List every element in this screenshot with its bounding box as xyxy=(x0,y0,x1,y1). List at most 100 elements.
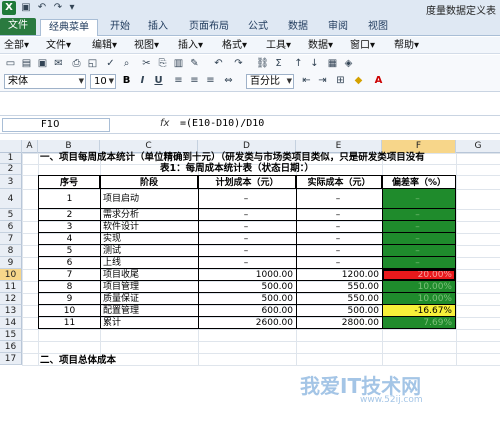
menu-data[interactable]: 数据▾ xyxy=(308,39,333,52)
menu-file[interactable]: 文件▾ xyxy=(46,39,71,52)
row-header-12[interactable]: 12 xyxy=(0,293,22,305)
tab-classic-menu[interactable]: 经典菜单 xyxy=(40,19,98,36)
paste-icon[interactable]: ▥ xyxy=(172,57,185,70)
row-header-9[interactable]: 9 xyxy=(0,257,22,269)
cell-plan-cost[interactable]: 500.00 xyxy=(198,281,296,293)
cell-no[interactable]: 3 xyxy=(38,221,100,233)
row-header-4[interactable]: 4 xyxy=(0,189,22,209)
cell-actual-cost[interactable]: 500.00 xyxy=(296,305,382,317)
menu-all[interactable]: 全部▾ xyxy=(4,39,29,52)
cut-icon[interactable]: ✂ xyxy=(140,57,153,70)
tab-data[interactable]: 数据 xyxy=(282,19,314,36)
column-header-g[interactable]: G xyxy=(456,140,500,153)
undo-toolbar-icon[interactable]: ↶ xyxy=(212,57,225,70)
menu-view[interactable]: 视图▾ xyxy=(134,39,159,52)
cell-stage[interactable]: 配置管理 xyxy=(100,305,198,317)
tab-file[interactable]: 文件 xyxy=(0,18,36,35)
cell-plan-cost[interactable]: – xyxy=(198,189,296,209)
new-icon[interactable]: ▭ xyxy=(4,57,17,70)
cell-deviation[interactable]: 10.00% xyxy=(382,293,456,305)
cell-deviation-selected[interactable]: 20.00% xyxy=(382,269,456,281)
drawing-icon[interactable]: ◈ xyxy=(342,57,355,70)
cell-actual-cost[interactable]: – xyxy=(296,189,382,209)
cell-deviation[interactable]: – xyxy=(382,209,456,221)
tab-view[interactable]: 视图 xyxy=(362,19,394,36)
cell-plan-cost[interactable]: 600.00 xyxy=(198,305,296,317)
cell-plan-cost[interactable]: – xyxy=(198,257,296,269)
cell-deviation[interactable]: – xyxy=(382,189,456,209)
italic-icon[interactable]: I xyxy=(136,74,149,87)
tab-page-layout[interactable]: 页面布局 xyxy=(182,19,236,36)
hyperlink-icon[interactable]: ⛓ xyxy=(256,57,269,70)
cell-plan-cost[interactable]: 500.00 xyxy=(198,293,296,305)
row-header-17[interactable]: 17 xyxy=(0,353,22,365)
insert-function-icon[interactable]: fx xyxy=(160,118,169,129)
cell-deviation[interactable]: 10.00% xyxy=(382,281,456,293)
cell-no[interactable]: 1 xyxy=(38,189,100,209)
tab-review[interactable]: 审阅 xyxy=(322,19,354,36)
row-header-16[interactable]: 16 xyxy=(0,341,22,353)
row-header-8[interactable]: 8 xyxy=(0,245,22,257)
font-name-combo[interactable]: 宋体 ▼ xyxy=(4,74,86,89)
save-icon[interactable]: ▣ xyxy=(20,2,32,14)
sort-asc-icon[interactable]: ↑ xyxy=(292,57,305,70)
spelling-icon[interactable]: ✓ xyxy=(104,57,117,70)
cell-stage[interactable]: 实现 xyxy=(100,233,198,245)
email-icon[interactable]: ✉ xyxy=(52,57,65,70)
cell-stage[interactable]: 项目启动 xyxy=(100,189,198,209)
chart-icon[interactable]: ▦ xyxy=(326,57,339,70)
font-size-combo[interactable]: 10 ▼ xyxy=(90,74,116,89)
bold-icon[interactable]: B xyxy=(120,74,133,87)
undo-icon[interactable]: ↶ xyxy=(36,2,48,14)
cell-stage[interactable]: 质量保证 xyxy=(100,293,198,305)
tab-formulas[interactable]: 公式 xyxy=(242,19,274,36)
tab-home[interactable]: 开始 xyxy=(104,19,136,36)
cell-actual-cost[interactable]: – xyxy=(296,233,382,245)
row-header-3[interactable]: 3 xyxy=(0,175,22,189)
cell-deviation[interactable]: – xyxy=(382,233,456,245)
menu-edit[interactable]: 编辑▾ xyxy=(92,39,117,52)
cell-stage[interactable]: 上线 xyxy=(100,257,198,269)
cell-actual-cost[interactable]: – xyxy=(296,245,382,257)
cell-deviation[interactable]: -16.67% xyxy=(382,305,456,317)
cell-no[interactable]: 10 xyxy=(38,305,100,317)
row-header-15[interactable]: 15 xyxy=(0,329,22,341)
research-icon[interactable]: ⌕ xyxy=(120,57,133,70)
cell-actual-cost[interactable]: – xyxy=(296,257,382,269)
redo-toolbar-icon[interactable]: ↷ xyxy=(232,57,245,70)
cell-deviation[interactable]: – xyxy=(382,245,456,257)
cell-no[interactable]: 8 xyxy=(38,281,100,293)
menu-format[interactable]: 格式▾ xyxy=(222,39,247,52)
cell-no[interactable]: 11 xyxy=(38,317,100,329)
save-file-icon[interactable]: ▣ xyxy=(36,57,49,70)
cell-plan-cost[interactable]: – xyxy=(198,245,296,257)
cell-stage[interactable]: 项目收尾 xyxy=(100,269,198,281)
cell-plan-cost[interactable]: 2600.00 xyxy=(198,317,296,329)
cell-plan-cost[interactable]: – xyxy=(198,233,296,245)
row-header-10[interactable]: 10 xyxy=(0,269,22,281)
align-center-icon[interactable]: ≡ xyxy=(188,74,201,87)
cell-stage[interactable]: 测试 xyxy=(100,245,198,257)
cell-actual-cost[interactable]: 1200.00 xyxy=(296,269,382,281)
cell-stage[interactable]: 需求分析 xyxy=(100,209,198,221)
cell-no[interactable]: 5 xyxy=(38,245,100,257)
formula-input[interactable]: =(E10-D10)/D10 xyxy=(180,118,264,129)
indent-increase-icon[interactable]: ⇥ xyxy=(316,74,329,87)
row-header-7[interactable]: 7 xyxy=(0,233,22,245)
open-icon[interactable]: ▤ xyxy=(20,57,33,70)
column-header-a[interactable]: A xyxy=(22,140,38,153)
menu-window[interactable]: 窗口▾ xyxy=(350,39,375,52)
indent-decrease-icon[interactable]: ⇤ xyxy=(300,74,313,87)
name-box[interactable]: F10 xyxy=(2,118,110,132)
borders-icon[interactable]: ⊞ xyxy=(334,74,347,87)
cell-no[interactable]: 9 xyxy=(38,293,100,305)
cell-no[interactable]: 6 xyxy=(38,257,100,269)
cell-actual-cost[interactable]: – xyxy=(296,209,382,221)
align-right-icon[interactable]: ≡ xyxy=(204,74,217,87)
align-left-icon[interactable]: ≡ xyxy=(172,74,185,87)
tab-insert[interactable]: 插入 xyxy=(142,19,174,36)
cell-actual-cost[interactable]: – xyxy=(296,221,382,233)
cell-stage[interactable]: 累计 xyxy=(100,317,198,329)
row-header-14[interactable]: 14 xyxy=(0,317,22,329)
cell-plan-cost[interactable]: – xyxy=(198,209,296,221)
